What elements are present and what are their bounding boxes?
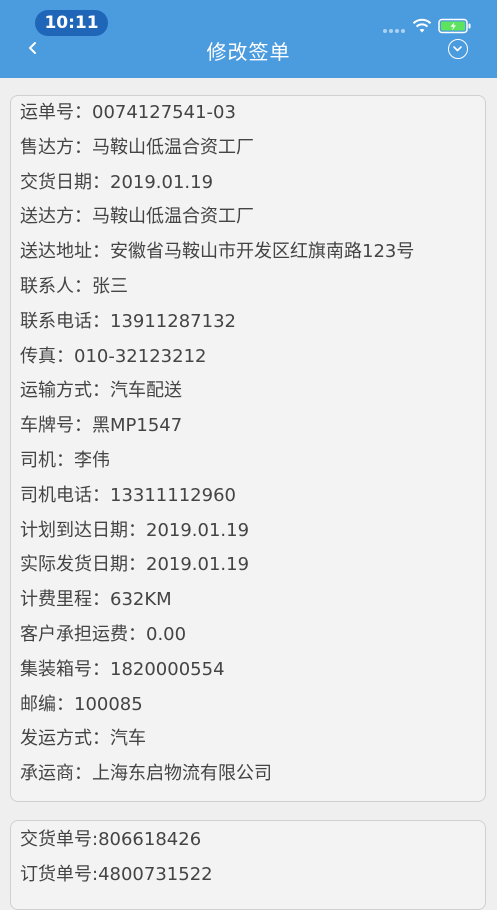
field-label: 送达地址 (20, 241, 92, 263)
info-row: 车牌号：黑MP1547 (20, 415, 182, 437)
field-label: 售达方 (20, 136, 74, 158)
field-value: 上海东启物流有限公司 (92, 763, 272, 785)
field-label: 司机 (20, 450, 56, 471)
info-row: 客户承担运费：0.00 (20, 624, 186, 646)
field-value: 2019.01.19 (146, 519, 250, 541)
field-separator: ： (92, 310, 110, 332)
field-separator: ： (92, 484, 110, 506)
field-label: 送达方 (20, 206, 74, 228)
field-value: 2019.01.19 (110, 171, 214, 193)
field-value: 632KM (110, 589, 172, 611)
field-label: 联系电话 (20, 310, 92, 332)
field-separator: ： (92, 658, 110, 680)
field-label: 运单号 (20, 102, 74, 123)
field-label: 计划到达日期 (20, 519, 128, 541)
field-value: 13311112960 (110, 484, 236, 506)
field-separator: ： (56, 345, 74, 367)
page-title: 修改签单 (206, 40, 291, 64)
dropdown-menu-button[interactable] (448, 39, 468, 59)
info-row: 司机：李伟 (20, 450, 110, 472)
field-label: 集装箱号 (20, 658, 92, 680)
info-row: 运输方式：汽车配送 (20, 380, 182, 402)
info-row: 发运方式：汽车 (20, 728, 146, 750)
field-separator: ： (92, 380, 110, 402)
field-value: 黑MP1547 (92, 415, 183, 437)
field-label: 承运商 (20, 763, 74, 785)
info-row: 实际发货日期：2019.01.19 (20, 554, 249, 576)
chevron-down-icon (453, 46, 462, 52)
info-row: 送达地址：安徽省马鞍山市开发区红旗南路123号 (20, 241, 414, 263)
field-label: 订货单号 (20, 864, 92, 885)
info-row: 计划到达日期：2019.01.19 (20, 520, 249, 542)
waybill-info-card: 运单号：0074127541-03 售达方：马鞍山低温合资工厂 交货日期：2019.… (10, 95, 486, 802)
field-separator: ： (128, 519, 146, 541)
field-value: 806618426 (98, 829, 202, 850)
field-value: 13911287132 (110, 310, 236, 332)
field-label: 交货单号 (20, 829, 92, 850)
battery-icon (438, 18, 471, 34)
signal-icon (383, 29, 409, 33)
field-value: 李伟 (74, 450, 110, 471)
field-label: 司机电话 (20, 484, 92, 506)
info-row: 售达方：马鞍山低温合资工厂 (20, 137, 254, 159)
field-value: 100085 (74, 693, 143, 715)
info-row: 邮编：100085 (20, 694, 143, 716)
field-label: 交货日期 (20, 171, 92, 193)
field-value: 010-32123212 (74, 345, 207, 367)
field-value: 0074127541-03 (92, 102, 236, 123)
field-separator: ： (128, 554, 146, 576)
field-separator: ： (74, 136, 92, 158)
info-row: 交货单号:806618426 (20, 829, 201, 851)
field-separator: ： (74, 206, 92, 228)
field-separator: ： (74, 102, 92, 123)
field-label: 客户承担运费 (20, 624, 128, 645)
field-label: 发运方式 (20, 728, 92, 750)
order-info-card: 交货单号:806618426 订货单号:4800731522 (10, 820, 486, 910)
field-label: 传真 (20, 345, 56, 367)
field-separator: ： (74, 415, 92, 437)
field-value: 汽车配送 (110, 380, 182, 402)
info-row: 司机电话：13311112960 (20, 485, 236, 507)
info-row: 运单号：0074127541-03 (20, 102, 236, 124)
field-separator: ： (128, 624, 146, 645)
field-label: 邮编 (20, 693, 56, 715)
field-label: 实际发货日期 (20, 554, 128, 576)
info-row: 集装箱号：1820000554 (20, 659, 225, 681)
field-value: 马鞍山低温合资工厂 (92, 136, 254, 158)
field-value: 2019.01.19 (146, 554, 250, 576)
field-value: 1820000554 (110, 658, 225, 680)
info-row: 联系人：张三 (20, 276, 128, 298)
wifi-icon (412, 18, 432, 33)
field-label: 联系人 (20, 276, 74, 297)
info-row: 联系电话：13911287132 (20, 311, 236, 333)
field-value: 张三 (92, 276, 128, 297)
field-value: 安徽省马鞍山市开发区红旗南路123号 (110, 241, 415, 263)
info-row: 传真：010-32123212 (20, 346, 206, 368)
info-row: 承运商：上海东启物流有限公司 (20, 763, 272, 785)
field-value: 0.00 (146, 624, 187, 645)
field-separator: ： (56, 693, 74, 715)
info-row: 交货日期：2019.01.19 (20, 172, 213, 194)
field-separator: ： (74, 763, 92, 785)
field-separator: ： (92, 728, 110, 750)
info-row: 送达方：马鞍山低温合资工厂 (20, 206, 254, 228)
field-label: 运输方式 (20, 380, 92, 402)
info-row: 计费里程：632KM (20, 589, 172, 611)
field-value: 马鞍山低温合资工厂 (92, 206, 254, 228)
field-label: 计费里程 (20, 589, 92, 611)
field-separator: ： (92, 241, 110, 263)
field-separator: ： (92, 589, 110, 611)
app-header: 10:11 修改签单 (0, 0, 497, 78)
field-separator: ： (92, 171, 110, 193)
field-separator: ： (74, 276, 92, 297)
field-separator: ： (56, 450, 74, 471)
field-value: 4800731522 (98, 864, 213, 885)
field-label: 车牌号 (20, 415, 74, 437)
field-value: 汽车 (110, 728, 146, 750)
